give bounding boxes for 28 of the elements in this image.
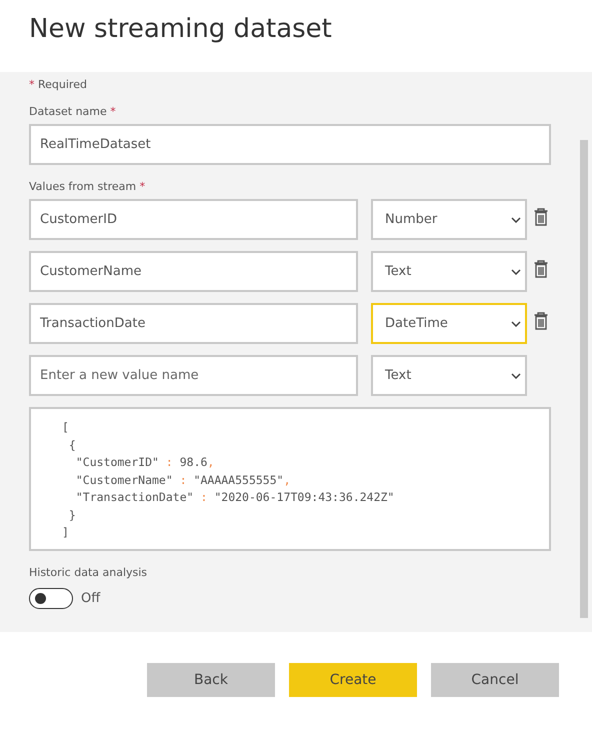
value-name-field[interactable]: Enter a new value name xyxy=(29,355,358,396)
type-dropdown[interactable]: Text xyxy=(371,251,527,292)
chevron-down-icon xyxy=(511,216,521,222)
scrollbar[interactable] xyxy=(580,140,588,618)
dialog-button[interactable]: Cancel xyxy=(431,663,559,697)
chevron-down-icon xyxy=(511,268,521,274)
type-dropdown[interactable]: DateTime xyxy=(371,303,527,344)
trash-icon[interactable] xyxy=(534,312,548,330)
field-label: Values from stream * xyxy=(29,180,146,193)
chevron-down-icon xyxy=(511,372,521,378)
toggle-state: Off xyxy=(81,591,100,606)
create-button[interactable]: Create xyxy=(289,663,417,697)
dialog-title: New streaming dataset xyxy=(28,13,333,46)
value-name-field[interactable]: CustomerID xyxy=(29,199,358,240)
trash-icon[interactable] xyxy=(534,260,548,278)
dataset-name-field[interactable]: RealTimeDataset xyxy=(29,124,551,165)
toggle-switch[interactable] xyxy=(29,588,73,609)
value-name-field[interactable]: TransactionDate xyxy=(29,303,358,344)
required-note: * Required xyxy=(29,78,88,91)
chevron-down-icon xyxy=(511,320,521,326)
type-dropdown[interactable]: Number xyxy=(371,199,527,240)
field-label: Dataset name * xyxy=(29,105,117,118)
trash-icon[interactable] xyxy=(534,208,548,226)
dialog-button[interactable]: Back xyxy=(147,663,275,697)
type-dropdown[interactable]: Text xyxy=(371,355,527,396)
field-label: Historic data analysis xyxy=(29,566,148,579)
value-name-field[interactable]: CustomerName xyxy=(29,251,358,292)
json-sample: [ { "CustomerID" : 98.6, "CustomerName" : "AAAAA555555", "TransactionDate" : "2020-06-17T09:43:36.242Z" } ] xyxy=(29,407,551,551)
